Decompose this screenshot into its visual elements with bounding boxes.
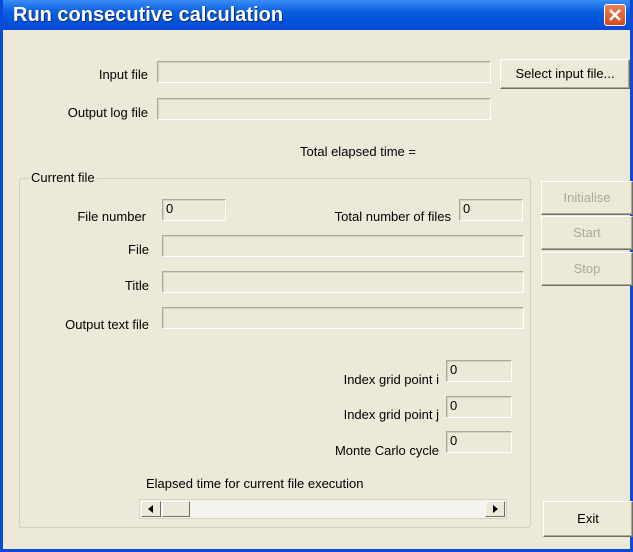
- total-files-label: Total number of files: [334, 209, 451, 224]
- scroll-left-button[interactable]: [141, 501, 161, 517]
- title-field[interactable]: [162, 271, 524, 293]
- current-file-group-label: Current file: [29, 170, 97, 185]
- initialise-button[interactable]: Initialise: [541, 181, 633, 215]
- index-grid-point-j-field[interactable]: 0: [446, 396, 512, 418]
- file-field[interactable]: [162, 235, 524, 257]
- output-log-file-field[interactable]: [157, 98, 491, 120]
- title-bar: Run consecutive calculation: [3, 0, 630, 30]
- output-text-file-field[interactable]: [162, 307, 524, 329]
- window-title: Run consecutive calculation: [13, 4, 284, 26]
- start-button[interactable]: Start: [541, 216, 633, 250]
- arrow-right-icon: [493, 505, 498, 513]
- select-input-file-button[interactable]: Select input file...: [500, 59, 630, 89]
- file-label: File: [128, 242, 149, 257]
- index-grid-point-i-field[interactable]: 0: [446, 360, 512, 382]
- index-grid-point-j-label: Index grid point j: [343, 407, 439, 422]
- dialog-window: Run consecutive calculation Input file S…: [0, 0, 633, 552]
- elapsed-progress-scrollbar[interactable]: [139, 499, 507, 519]
- close-button[interactable]: [604, 4, 626, 26]
- exit-button[interactable]: Exit: [543, 501, 633, 537]
- close-icon: [609, 9, 621, 21]
- scroll-right-button[interactable]: [485, 501, 505, 517]
- input-file-field[interactable]: [157, 61, 491, 83]
- monte-carlo-cycle-field[interactable]: 0: [446, 431, 512, 453]
- monte-carlo-cycle-label: Monte Carlo cycle: [334, 443, 439, 458]
- file-number-label: File number: [77, 209, 146, 224]
- stop-button[interactable]: Stop: [541, 252, 633, 286]
- output-text-file-label: Output text file: [65, 317, 149, 332]
- total-elapsed-time-label: Total elapsed time =: [300, 144, 416, 159]
- elapsed-current-file-label: Elapsed time for current file execution: [146, 476, 364, 491]
- input-file-label: Input file: [98, 67, 148, 82]
- output-log-file-label: Output log file: [67, 105, 148, 120]
- index-grid-point-i-label: Index grid point i: [343, 372, 439, 387]
- total-files-field[interactable]: 0: [459, 199, 523, 221]
- arrow-left-icon: [148, 505, 153, 513]
- title-label: Title: [124, 278, 149, 293]
- file-number-field[interactable]: 0: [162, 199, 226, 221]
- scroll-thumb[interactable]: [162, 501, 190, 517]
